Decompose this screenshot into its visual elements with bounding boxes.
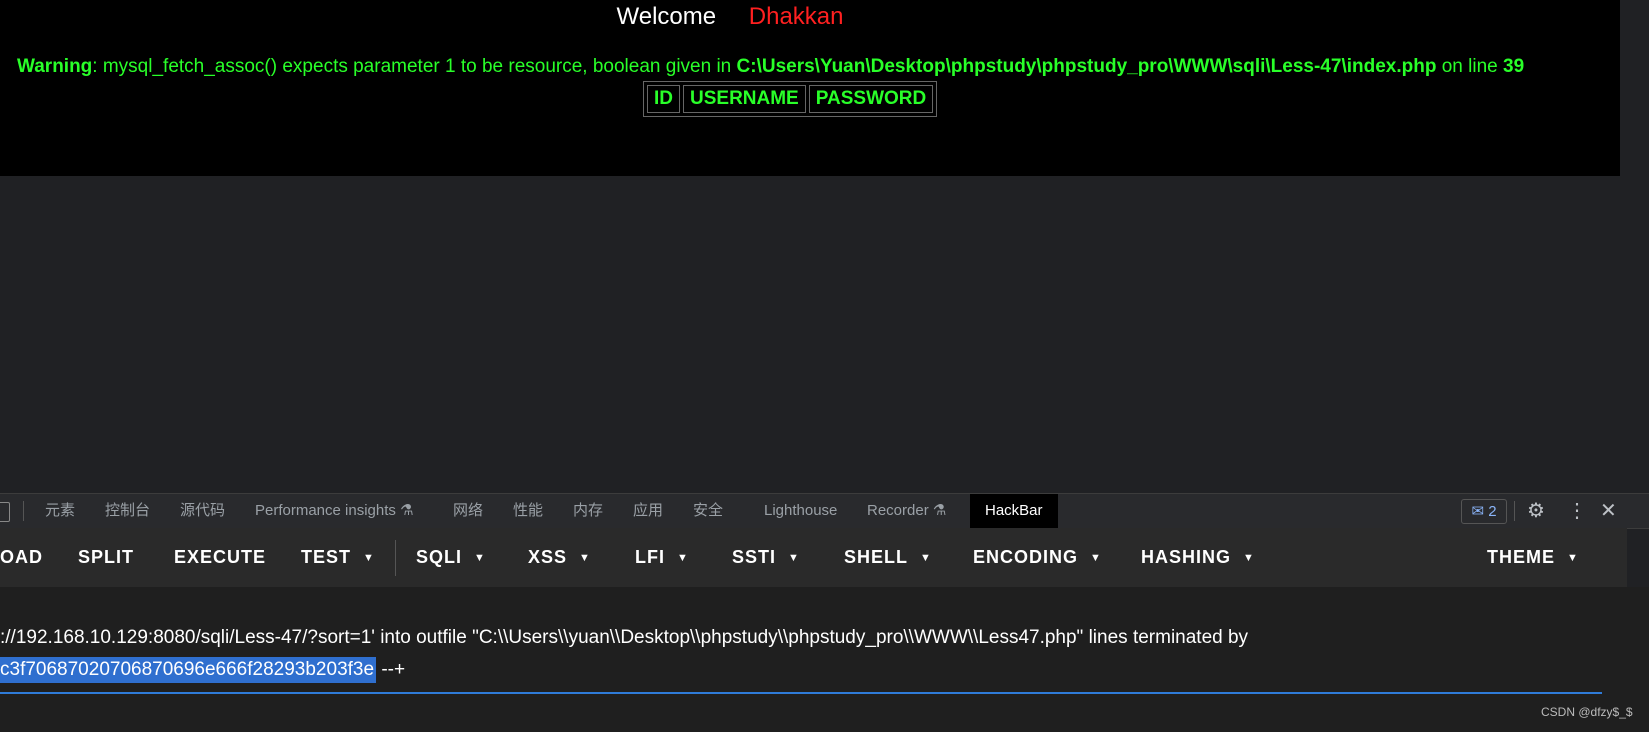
tab-divider [23, 501, 24, 521]
url-line-1[interactable]: ://192.168.10.129:8080/sqli/Less-47/?sor… [0, 627, 1248, 649]
php-warning: Warning: mysql_fetch_assoc() expects par… [17, 56, 1617, 78]
tab-performance-insights[interactable]: Performance insights ⚗ [255, 494, 414, 528]
tab-security[interactable]: 安全 [693, 494, 723, 528]
caret-down-icon: ▼ [1567, 552, 1579, 564]
xss-label: XSS [528, 547, 568, 567]
close-icon[interactable]: ✕ [1600, 494, 1617, 528]
caret-down-icon: ▼ [363, 552, 375, 564]
warning-prefix: Warning [17, 56, 93, 77]
caret-down-icon: ▼ [579, 552, 591, 564]
table-header-username: USERNAME [683, 85, 806, 113]
url-line-2[interactable]: c3f70687020706870696e666f28293b203f3e --… [0, 657, 405, 683]
tab-elements[interactable]: 元素 [45, 494, 75, 528]
caret-down-icon: ▼ [788, 552, 800, 564]
caret-down-icon: ▼ [474, 552, 486, 564]
tab-lighthouse[interactable]: Lighthouse [764, 494, 837, 528]
issues-count: 2 [1488, 503, 1497, 520]
load-button[interactable]: OAD [0, 528, 43, 587]
hackbar-toolbar: OAD SPLIT EXECUTE TEST ▼ SQLI ▼ XSS ▼ LFI ▼ … [0, 528, 1627, 587]
xss-menu-button[interactable]: XSS ▼ [528, 528, 591, 587]
shell-label: SHELL [844, 547, 909, 567]
execute-button[interactable]: EXECUTE [174, 528, 266, 587]
welcome-label: Welcome [616, 3, 717, 30]
welcome-name: Dhakkan [748, 3, 844, 30]
encoding-label: ENCODING [973, 547, 1079, 567]
warning-mid: on line [1436, 56, 1503, 77]
warning-path: C:\Users\Yuan\Desktop\phpstudy\phpstudy_… [736, 56, 1437, 77]
url-textarea[interactable]: ://192.168.10.129:8080/sqli/Less-47/?sor… [0, 587, 1649, 732]
split-button[interactable]: SPLIT [78, 528, 134, 587]
tab-hackbar[interactable]: HackBar [970, 494, 1058, 528]
ssti-menu-button[interactable]: SSTI ▼ [732, 528, 800, 587]
tab-application[interactable]: 应用 [633, 494, 663, 528]
ssti-label: SSTI [732, 547, 777, 567]
lfi-label: LFI [635, 547, 665, 567]
test-menu-button[interactable]: TEST ▼ [301, 528, 375, 587]
issues-badge[interactable]: ✉ 2 [1461, 499, 1507, 524]
tab-recorder[interactable]: Recorder ⚗ [867, 494, 946, 528]
tab-console[interactable]: 控制台 [105, 494, 150, 528]
sqli-label: SQLI [416, 547, 463, 567]
selected-text[interactable]: c3f70687020706870696e666f28293b203f3e [0, 657, 377, 683]
caret-down-icon: ▼ [920, 552, 932, 564]
theme-label: THEME [1487, 547, 1555, 567]
welcome-heading: Welcome Dhakkan [0, 3, 1460, 31]
lfi-menu-button[interactable]: LFI ▼ [635, 528, 689, 587]
hashing-label: HASHING [1141, 547, 1232, 567]
tab-divider [1514, 501, 1515, 521]
caret-down-icon: ▼ [1090, 552, 1102, 564]
more-vert-icon[interactable]: ⋮ [1567, 494, 1587, 528]
table-header-id: ID [647, 85, 680, 113]
url-line-2-rest[interactable]: --+ [376, 659, 405, 680]
tab-performance[interactable]: 性能 [513, 494, 543, 528]
tab-sources[interactable]: 源代码 [180, 494, 225, 528]
test-label: TEST [301, 547, 352, 567]
tab-memory[interactable]: 内存 [573, 494, 603, 528]
warning-text: : mysql_fetch_assoc() expects parameter … [92, 56, 737, 77]
encoding-menu-button[interactable]: ENCODING ▼ [973, 528, 1102, 587]
tab-network[interactable]: 网络 [453, 494, 483, 528]
caret-down-icon: ▼ [677, 552, 689, 564]
page-content: Welcome Dhakkan Warning: mysql_fetch_ass… [0, 0, 1620, 176]
chat-icon: ✉ [1471, 503, 1485, 520]
page-scrollbar[interactable] [1620, 0, 1649, 176]
theme-menu-button[interactable]: THEME ▼ [1487, 528, 1579, 587]
toolbar-divider [395, 540, 396, 576]
devtools-tabbar: 元素 控制台 源代码 Performance insights ⚗ 网络 性能 … [0, 493, 1649, 529]
caret-down-icon: ▼ [1243, 552, 1255, 564]
gear-icon[interactable]: ⚙ [1527, 494, 1545, 528]
csdn-watermark: CSDN @dfzy$_$ [1541, 705, 1633, 719]
hashing-menu-button[interactable]: HASHING ▼ [1141, 528, 1255, 587]
table-header-password: PASSWORD [808, 85, 934, 113]
device-toggle-icon[interactable] [0, 502, 10, 522]
warning-line: 39 [1503, 56, 1525, 77]
result-table: ID USERNAME PASSWORD [643, 81, 938, 117]
sqli-menu-button[interactable]: SQLI ▼ [416, 528, 486, 587]
input-focus-underline [0, 692, 1602, 694]
shell-menu-button[interactable]: SHELL ▼ [844, 528, 932, 587]
